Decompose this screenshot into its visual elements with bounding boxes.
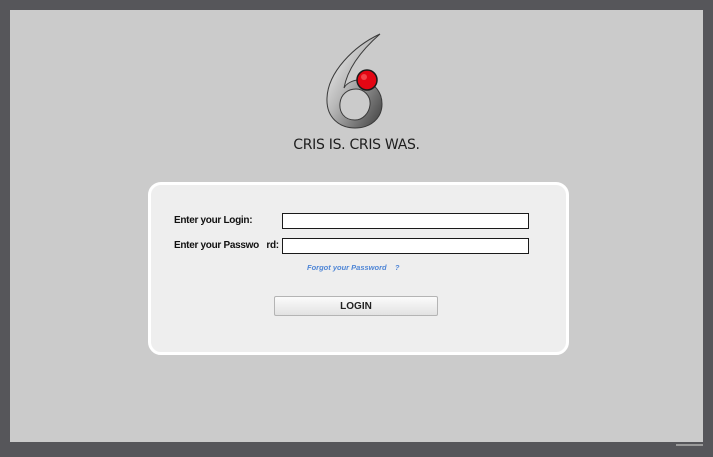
login-card: Enter your Login: Enter your Passwo rd: … [148,182,569,355]
page-background: CRIS IS. CRIS WAS. Enter your Login: Ent… [10,10,703,442]
password-input[interactable] [282,238,529,254]
login-input[interactable] [282,213,529,229]
password-label: Enter your Passwo rd: [174,240,279,251]
corner-mark [676,444,703,446]
cris-logo-icon [326,33,383,129]
login-label: Enter your Login: [174,215,253,226]
login-button[interactable]: LOGIN [274,296,438,316]
forgot-password-link[interactable]: Forgot your Password ? [307,263,400,272]
tagline: CRIS IS. CRIS WAS. [293,137,420,153]
